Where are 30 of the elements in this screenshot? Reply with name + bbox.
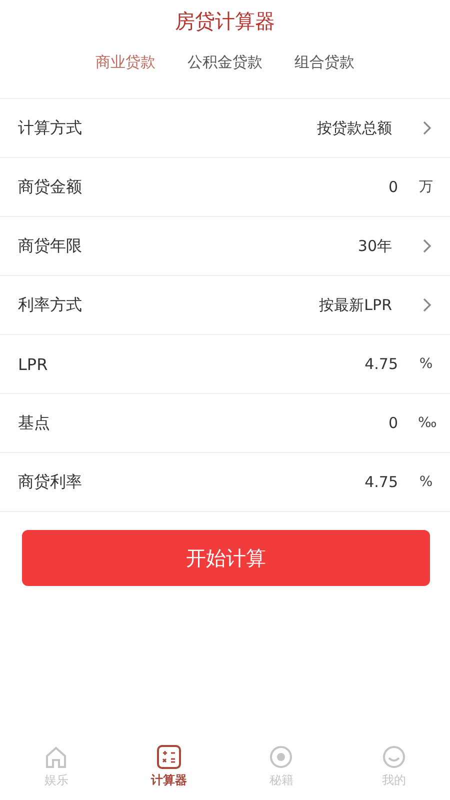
nav-tab[interactable]: 计算器 bbox=[112, 738, 225, 800]
loan-tab[interactable]: 商业贷款 bbox=[96, 52, 156, 72]
row-label: 商贷年限 bbox=[18, 236, 83, 256]
chevron-icon[interactable] bbox=[422, 297, 432, 313]
row-label: 商贷利率 bbox=[18, 472, 83, 492]
row-label: 基点 bbox=[18, 412, 51, 434]
unit-label: 万 bbox=[418, 178, 434, 196]
row-label: LPR bbox=[18, 354, 49, 374]
input-field[interactable]: 4.75 bbox=[364, 355, 398, 373]
input-field[interactable]: 4.75 bbox=[364, 473, 398, 491]
select-value[interactable]: 30年 bbox=[358, 236, 392, 256]
unit-label: % bbox=[418, 474, 434, 490]
chevron-icon[interactable] bbox=[422, 238, 432, 254]
input-field[interactable]: 0 bbox=[388, 178, 398, 196]
smile-icon bbox=[380, 744, 407, 770]
unit-label: ‰ bbox=[418, 415, 434, 431]
page-title: 房贷计算器 bbox=[174, 8, 276, 35]
select-value[interactable]: 按贷款总额 bbox=[317, 118, 392, 138]
calculator-icon bbox=[156, 744, 182, 770]
input-field[interactable]: 0 bbox=[388, 414, 398, 432]
loan-tab[interactable]: 公积金贷款 bbox=[188, 52, 262, 72]
row-label: 利率方式 bbox=[18, 294, 83, 316]
chevron-icon[interactable] bbox=[422, 120, 432, 136]
select-value[interactable]: 按最新LPR bbox=[319, 296, 392, 314]
record-icon bbox=[268, 744, 294, 770]
unit-label: % bbox=[418, 356, 434, 372]
row-label: 计算方式 bbox=[18, 118, 83, 138]
calculate-button[interactable]: 开始计算 bbox=[22, 530, 430, 586]
loan-tab[interactable]: 组合贷款 bbox=[294, 52, 354, 72]
row-label: 商贷金额 bbox=[18, 176, 83, 198]
